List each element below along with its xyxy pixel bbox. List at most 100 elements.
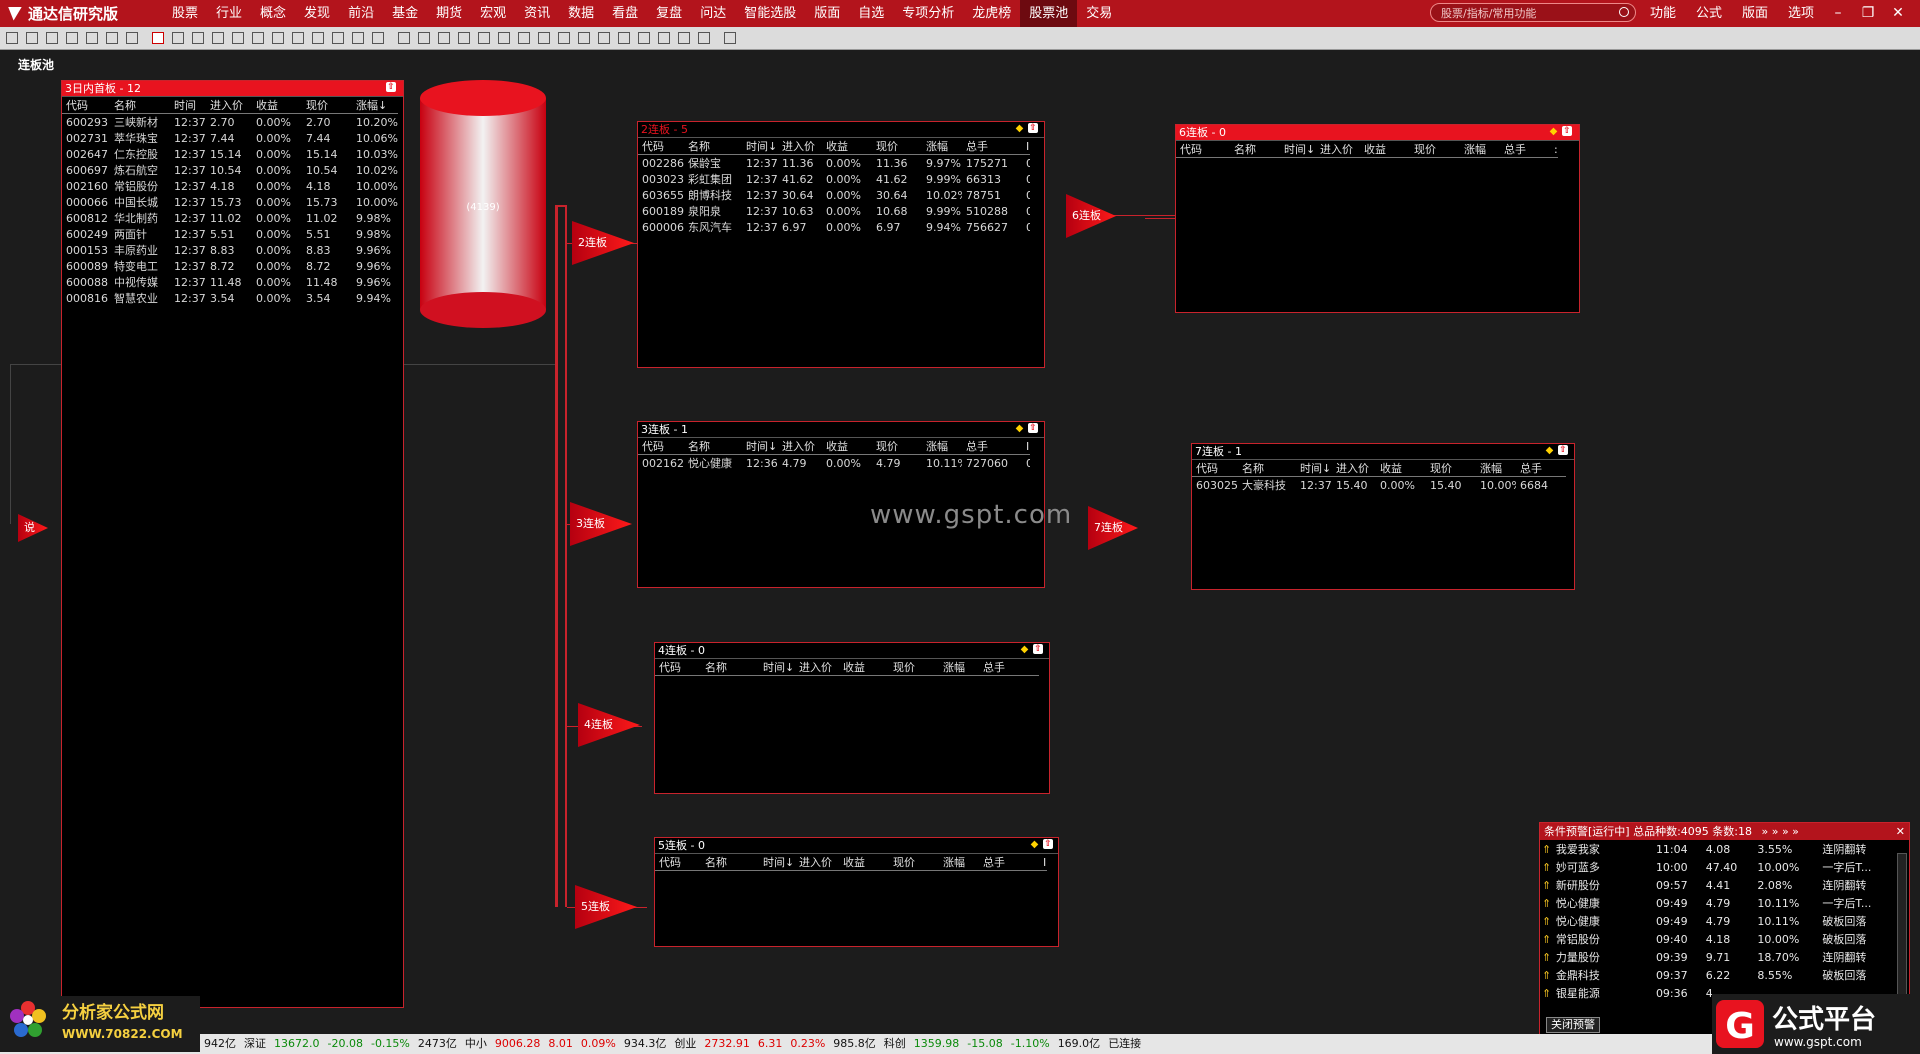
- pool-panel-first-board[interactable]: 3日内首板 - 12 ⇧ 代码 名称 时间 进入价 收益 现价 涨幅↓ 600293 三峡新材 12…: [61, 80, 404, 1008]
- column-header[interactable]: 涨幅: [1460, 141, 1500, 158]
- column-header[interactable]: 时间↓: [759, 659, 795, 676]
- search-input[interactable]: 股票/指标/常用功能: [1430, 3, 1636, 22]
- same-height-icon[interactable]: [678, 32, 690, 44]
- column-header[interactable]: 进入价: [795, 659, 839, 676]
- circle-tool-icon[interactable]: [372, 32, 384, 44]
- table-row[interactable]: 600697 炼石航空 12:37 10.54 0.00% 10.54 10.02%: [62, 162, 398, 178]
- column-header[interactable]: 收益: [839, 854, 889, 871]
- table-row[interactable]: 002162 悦心健康 12:36 4.79 0.00% 4.79 10.11% 727060…: [638, 455, 1030, 472]
- column-header[interactable]: I: [1022, 138, 1030, 155]
- column-header[interactable]: 代码: [62, 97, 110, 114]
- collapse-icon[interactable]: ⇧: [1043, 839, 1053, 849]
- menu-item[interactable]: 发现: [295, 0, 339, 27]
- menu-item[interactable]: 专项分析: [893, 0, 963, 27]
- square-tool-icon[interactable]: [312, 32, 324, 44]
- column-header[interactable]: 名称: [1238, 460, 1296, 477]
- table-row[interactable]: 002647 仁东控股 12:37 15.14 0.00% 15.14 10.03%: [62, 146, 398, 162]
- alert-row[interactable]: ⇑ 妙可蓝多 10:00 47.40 10.00% 一字后T...: [1540, 858, 1909, 876]
- menu-item[interactable]: 智能选股: [735, 0, 805, 27]
- table-row[interactable]: 003023 彩虹集团 12:37 41.62 0.00% 41.62 9.99% 66313…: [638, 171, 1030, 187]
- table-row[interactable]: 000066 中国长城 12:37 15.73 0.00% 15.73 10.00%: [62, 194, 398, 210]
- collapse-icon[interactable]: ⇧: [1028, 123, 1038, 133]
- column-header[interactable]: 现价: [889, 659, 939, 676]
- menu-item[interactable]: 复盘: [647, 0, 691, 27]
- column-header[interactable]: 时间: [170, 97, 206, 114]
- column-header[interactable]: 涨幅: [922, 138, 962, 155]
- collapse-icon[interactable]: ⇧: [1033, 644, 1043, 654]
- menu-item[interactable]: 行业: [207, 0, 251, 27]
- rounded-rect-icon[interactable]: [332, 32, 344, 44]
- table-row[interactable]: 000153 丰原药业 12:37 8.83 0.00% 8.83 9.96%: [62, 242, 398, 258]
- column-header[interactable]: 涨幅↓: [352, 97, 398, 114]
- alert-row[interactable]: ⇑ 悦心健康 09:49 4.79 10.11% 破板回落: [1540, 912, 1909, 930]
- align-left-icon[interactable]: [498, 32, 510, 44]
- table-row[interactable]: 000816 智慧农业 12:37 3.54 0.00% 3.54 9.94%: [62, 290, 398, 306]
- menu-item[interactable]: 基金: [383, 0, 427, 27]
- column-header[interactable]: 总手: [962, 438, 1022, 455]
- table-row[interactable]: 600089 特变电工 12:37 8.72 0.00% 8.72 9.96%: [62, 258, 398, 274]
- triangle-icon[interactable]: [212, 32, 224, 44]
- column-header[interactable]: 时间↓: [742, 138, 778, 155]
- collapse-icon[interactable]: ⇧: [1558, 445, 1568, 455]
- column-header[interactable]: 时间↓: [1296, 460, 1332, 477]
- diamond-icon[interactable]: ◆: [1019, 644, 1030, 655]
- column-header[interactable]: 时间↓: [742, 438, 778, 455]
- column-header[interactable]: 进入价: [206, 97, 252, 114]
- alert-close-icon[interactable]: ✕: [1896, 823, 1905, 840]
- table-row[interactable]: 600293 三峡新材 12:37 2.70 0.00% 2.70 10.20%: [62, 114, 398, 131]
- close-icon[interactable]: ✕: [1886, 0, 1910, 27]
- layout-icon[interactable]: [252, 32, 264, 44]
- alert-row[interactable]: ⇑ 金鼎科技 09:37 6.22 8.55% 破板回落: [1540, 966, 1909, 984]
- diamond-icon[interactable]: ◆: [1029, 839, 1040, 850]
- menu-item[interactable]: 龙虎榜: [963, 0, 1020, 27]
- menu-item[interactable]: 宏观: [471, 0, 515, 27]
- alert-row[interactable]: ⇑ 悦心健康 09:49 4.79 10.11% 一字后T...: [1540, 894, 1909, 912]
- grid-icon[interactable]: [398, 32, 410, 44]
- column-header[interactable]: :: [1550, 141, 1558, 158]
- restore-icon[interactable]: ❐: [1856, 0, 1880, 27]
- rect-tool-icon[interactable]: [172, 32, 184, 44]
- column-header[interactable]: 名称: [1230, 141, 1280, 158]
- align-middle-icon[interactable]: [578, 32, 590, 44]
- copy-icon[interactable]: [192, 32, 204, 44]
- menu-item[interactable]: 股票: [163, 0, 207, 27]
- line-tool-icon[interactable]: [292, 32, 304, 44]
- stop-icon[interactable]: [126, 32, 138, 44]
- column-header[interactable]: 名称: [701, 659, 759, 676]
- column-header[interactable]: 总手: [979, 854, 1039, 871]
- column-header[interactable]: 名称: [110, 97, 170, 114]
- menu-item[interactable]: 前沿: [339, 0, 383, 27]
- text-tool-icon[interactable]: [272, 32, 284, 44]
- alert-row[interactable]: ⇑ 常铝股份 09:40 4.18 10.00% 破板回落: [1540, 930, 1909, 948]
- diamond-icon[interactable]: ◆: [1014, 123, 1025, 134]
- align-center-icon[interactable]: [518, 32, 530, 44]
- column-header[interactable]: 总手: [1500, 141, 1550, 158]
- table-row[interactable]: 600812 华北制药 12:37 11.02 0.00% 11.02 9.98%: [62, 210, 398, 226]
- column-header[interactable]: 进入价: [778, 438, 822, 455]
- column-header[interactable]: 涨幅: [922, 438, 962, 455]
- column-header[interactable]: 进入价: [778, 138, 822, 155]
- table-row[interactable]: 600189 泉阳泉 12:37 10.63 0.00% 10.68 9.99% 510288…: [638, 203, 1030, 219]
- column-header[interactable]: 收益: [839, 659, 889, 676]
- collapse-icon[interactable]: ⇧: [1028, 423, 1038, 433]
- column-header[interactable]: 进入价: [795, 854, 839, 871]
- stock-pool-cylinder[interactable]: (4139): [420, 80, 546, 328]
- menu-item[interactable]: 交易: [1077, 0, 1121, 27]
- alert-row[interactable]: ⇑ 新研股份 09:57 4.41 2.08% 连阴翻转: [1540, 876, 1909, 894]
- pool-panel-2-board[interactable]: 2连板 - 5 ◆ ⇧ 代码 名称 时间↓ 进入价 收益 现价 涨幅 总手 I 002286 保龄宝 12…: [637, 121, 1045, 368]
- alert-scrollbar[interactable]: [1897, 853, 1907, 1005]
- ellipse-tool-icon[interactable]: [352, 32, 364, 44]
- paint-icon[interactable]: [458, 32, 470, 44]
- table-row[interactable]: 002731 萃华珠宝 12:37 7.44 0.00% 7.44 10.06%: [62, 130, 398, 146]
- pointer-icon[interactable]: [152, 32, 164, 44]
- align-bottom-icon[interactable]: [598, 32, 610, 44]
- table-row[interactable]: 002286 保龄宝 12:37 11.36 0.00% 11.36 9.97% 175271…: [638, 155, 1030, 172]
- column-header[interactable]: I: [1039, 854, 1047, 871]
- delete-icon[interactable]: [66, 32, 78, 44]
- column-header[interactable]: 收益: [822, 438, 872, 455]
- column-header[interactable]: 收益: [822, 138, 872, 155]
- pool-panel-5-board[interactable]: 5连板 - 0 ◆ ⇧ 代码 名称 时间↓ 进入价 收益 现价 涨幅 总手 I: [654, 837, 1059, 947]
- menu-item[interactable]: 概念: [251, 0, 295, 27]
- lock-icon[interactable]: [438, 32, 450, 44]
- menu-item[interactable]: 看盘: [603, 0, 647, 27]
